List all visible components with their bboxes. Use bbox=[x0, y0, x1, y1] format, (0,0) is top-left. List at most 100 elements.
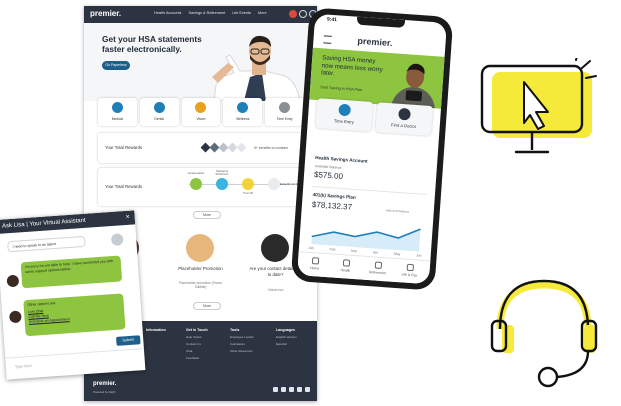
find-doctor-tile[interactable]: Find a Doctor bbox=[375, 102, 434, 137]
401k-note: valued at balance bbox=[385, 208, 410, 214]
footer-link[interactable]: Español bbox=[276, 342, 297, 346]
hsa-title[interactable]: Health Savings Account bbox=[315, 155, 368, 164]
quick-link-medical[interactable]: Medical bbox=[98, 98, 137, 126]
tile-label: Find a Doctor bbox=[390, 122, 417, 130]
time-entry-tile[interactable]: Time Entry bbox=[315, 98, 374, 132]
promo-card[interactable]: Placeholder Promotion Placeholder promot… bbox=[173, 230, 228, 298]
submit-button[interactable]: Submit bbox=[116, 335, 141, 346]
quick-link-vision[interactable]: Vision bbox=[181, 98, 221, 126]
chart-x-tick-label: Mar bbox=[351, 249, 358, 253]
home-icon bbox=[311, 257, 319, 265]
phone-notch bbox=[356, 16, 406, 28]
user-message: I need to speak to an agent bbox=[7, 235, 86, 253]
clock-icon bbox=[338, 103, 352, 117]
tooth-icon bbox=[153, 102, 165, 113]
rewards-steps-panel: Your Total Rewards Compensation Savings … bbox=[98, 168, 304, 206]
footer-link[interactable]: English Version bbox=[276, 335, 297, 339]
401k-amount: $78,132.37 bbox=[311, 199, 353, 212]
footer-link[interactable]: Employee Locator bbox=[230, 335, 254, 339]
close-icon[interactable]: × bbox=[125, 211, 130, 225]
piggy-bank-icon bbox=[374, 261, 382, 269]
go-paperless-button[interactable]: Go Paperless bbox=[102, 61, 130, 70]
youtube-icon[interactable] bbox=[305, 387, 310, 392]
chart-x-tick-label: Feb bbox=[329, 247, 335, 251]
nav-links: Health Accounts Savings & Retirement Lif… bbox=[154, 11, 267, 15]
chart-x-tick-label: May bbox=[394, 252, 401, 256]
chat-header-title: Ask Lisa | Your Virtual Assistant bbox=[0, 210, 136, 235]
footer-col: Get in Touch Help Topics Contact Us Chat… bbox=[186, 328, 208, 360]
instagram-icon[interactable] bbox=[297, 387, 302, 392]
rewards-note: 5+ benefits to consider bbox=[254, 146, 289, 150]
user-avatar bbox=[110, 233, 124, 247]
more-button[interactable]: More bbox=[193, 302, 221, 310]
quick-link-label: Time Entry bbox=[276, 117, 293, 121]
step-savings[interactable] bbox=[216, 178, 228, 190]
premier-logo[interactable]: premier. bbox=[357, 36, 393, 48]
footer-link[interactable]: Calculators bbox=[230, 342, 254, 346]
hsa-amount: $575.00 bbox=[313, 170, 344, 182]
quick-link-label: Medical bbox=[111, 117, 124, 121]
notification-icon[interactable] bbox=[289, 10, 297, 18]
doctor-icon bbox=[398, 107, 411, 121]
support-headset-icon bbox=[490, 279, 598, 388]
assistant-message: I'm sorry I'm not able to help. I have c… bbox=[20, 255, 123, 289]
footer-col-head: Tools bbox=[230, 328, 240, 332]
tab-retirement[interactable]: Retirement bbox=[364, 261, 391, 276]
chart-x-tick-label: Apr bbox=[373, 250, 379, 254]
medical-bag-icon bbox=[111, 102, 123, 113]
footer-link[interactable]: Chat bbox=[186, 349, 208, 353]
top-nav-bar: premier. Health Accounts Savings & Retir… bbox=[84, 6, 317, 23]
hero-man-photo bbox=[212, 35, 301, 101]
step-compensation[interactable] bbox=[190, 178, 202, 190]
twitter-icon[interactable] bbox=[281, 387, 286, 392]
help-icon[interactable] bbox=[299, 10, 307, 18]
nav-link[interactable]: Health Accounts bbox=[154, 11, 181, 15]
footer-col: Languages English Version Español bbox=[276, 328, 297, 346]
footer-link[interactable]: Contact Us bbox=[186, 342, 208, 346]
heart-icon bbox=[342, 259, 350, 267]
tile-label: Time Entry bbox=[333, 118, 355, 125]
quick-link-dental[interactable]: Dental bbox=[139, 98, 179, 126]
wellness-icon bbox=[237, 102, 249, 113]
tab-label: Life & Pay bbox=[401, 272, 418, 278]
virtual-assistant-chat: Ask Lisa | Your Virtual Assistant × I ne… bbox=[0, 210, 146, 380]
tab-health[interactable]: Health bbox=[332, 259, 359, 274]
rewards-steps-title: Your Total Rewards bbox=[105, 184, 143, 189]
premier-logo[interactable]: premier. bbox=[90, 9, 121, 18]
quick-link-label: Wellness bbox=[236, 117, 250, 121]
more-button[interactable]: More bbox=[193, 211, 221, 219]
nav-link[interactable]: More bbox=[258, 11, 267, 15]
tab-life-pay[interactable]: Life & Pay bbox=[396, 263, 423, 278]
footer-link[interactable]: Feedback bbox=[186, 356, 208, 360]
footer-link[interactable]: Other Resources bbox=[230, 349, 254, 353]
401k-balance-chart: Jan Feb Mar Apr May Jun bbox=[308, 228, 422, 258]
nav-link[interactable]: Savings & Retirement bbox=[188, 11, 225, 15]
mobile-phone-mockup: 9:41 premier. Saving HSA money now means… bbox=[290, 7, 454, 291]
glasses-icon bbox=[195, 102, 207, 113]
rewards-panel: Your Total Rewards 5+ benefits to consid… bbox=[98, 133, 304, 163]
quick-link-wellness[interactable]: Wellness bbox=[223, 98, 263, 126]
promo-subtitle: Placeholder promotion (Promo Subtitle) bbox=[178, 281, 223, 289]
footer-col-head: Languages bbox=[276, 328, 295, 332]
computer-cursor-icon bbox=[480, 58, 597, 154]
tab-label: Health bbox=[340, 268, 351, 273]
rewards-diamonds bbox=[200, 142, 247, 153]
step-label: Time Off bbox=[243, 192, 253, 195]
401k-title[interactable]: 401(k) Savings Plan bbox=[313, 192, 356, 200]
footer-logo[interactable]: premier. bbox=[93, 381, 116, 387]
assistant-avatar bbox=[8, 310, 22, 324]
step-label: Savings & Retirement bbox=[215, 170, 229, 176]
promo-subtitle[interactable]: Check now bbox=[248, 288, 303, 292]
step-time-off[interactable] bbox=[242, 178, 254, 190]
tab-home[interactable]: Home bbox=[301, 256, 328, 271]
footer-link[interactable]: Help Topics bbox=[186, 335, 208, 339]
hamburger-menu-icon[interactable] bbox=[323, 35, 332, 44]
footer-col-head: Get in Touch bbox=[186, 328, 208, 332]
quick-link-time-entry[interactable]: Time Entry bbox=[265, 98, 304, 126]
hero-title: Get your HSA statements faster electroni… bbox=[102, 34, 202, 54]
quick-links-row: Medical Dental Vision Wellness Time Entr… bbox=[98, 98, 304, 126]
linkedin-icon[interactable] bbox=[289, 387, 294, 392]
promo-title: Placeholder Promotion bbox=[178, 266, 223, 271]
facebook-icon[interactable] bbox=[273, 387, 278, 392]
nav-link[interactable]: Life Events bbox=[232, 11, 251, 15]
